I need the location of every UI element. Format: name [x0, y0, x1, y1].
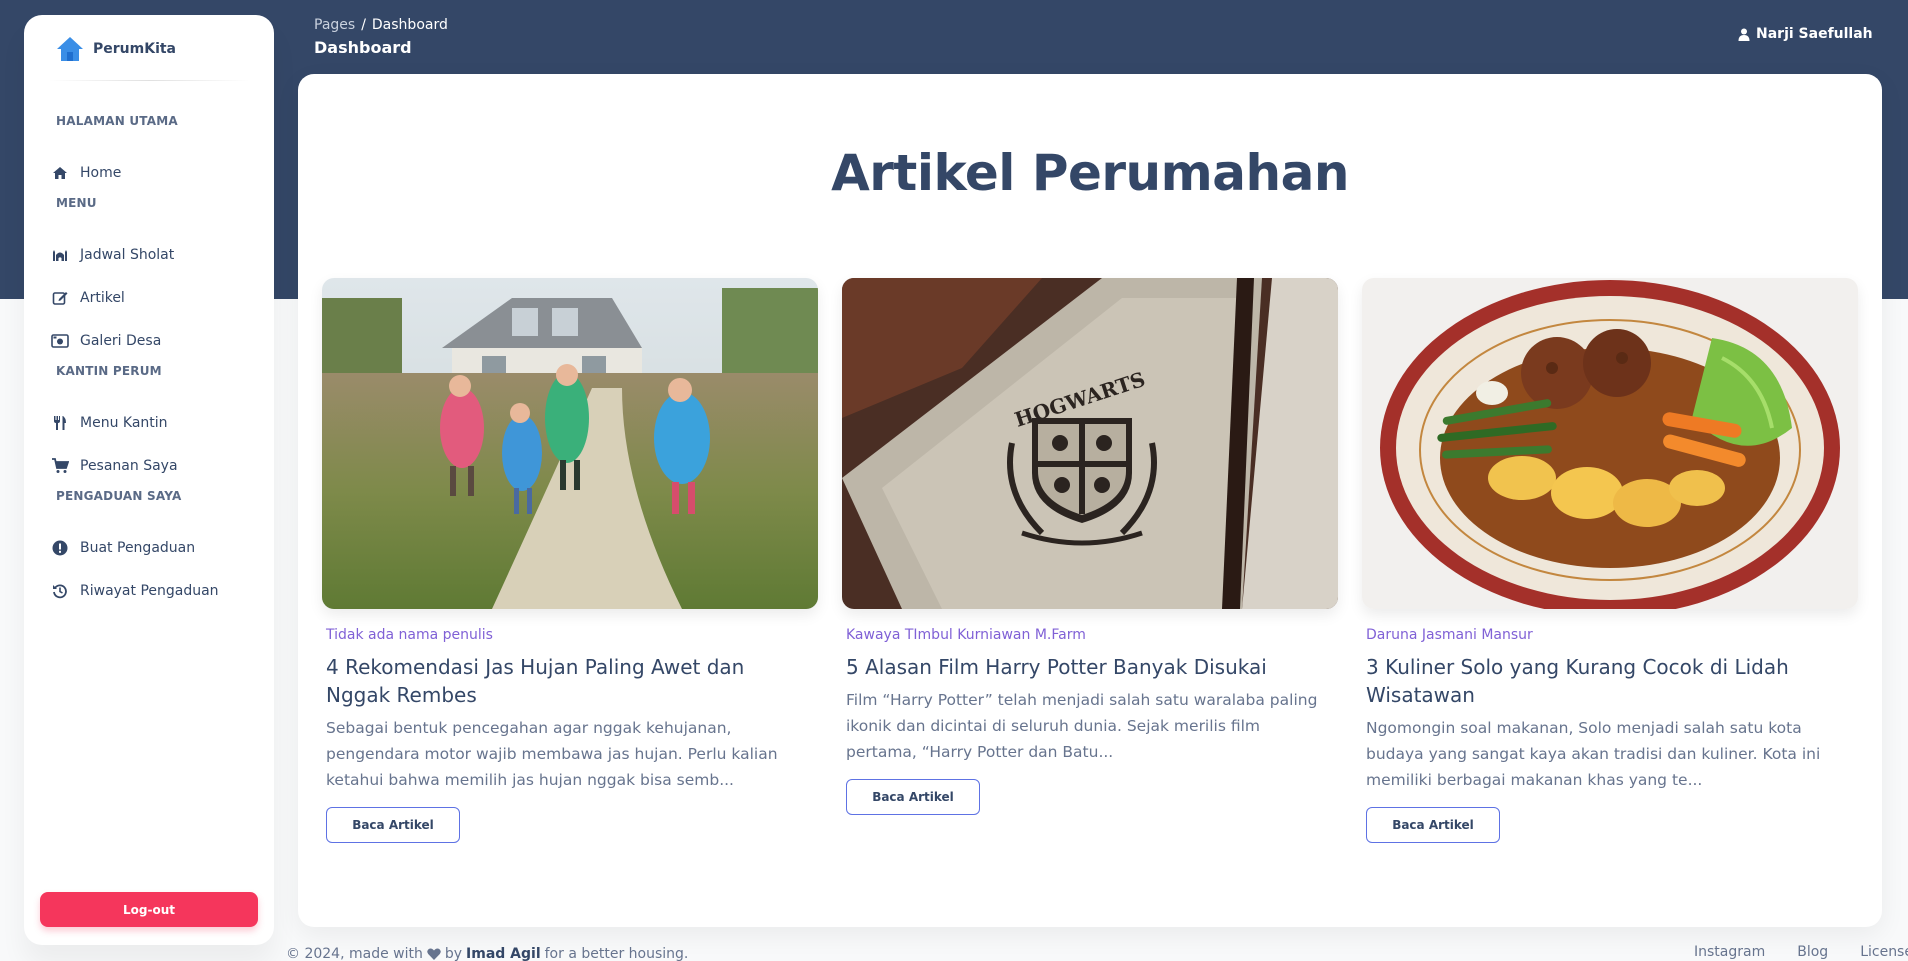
- sidebar-item-jadwal-sholat[interactable]: Jadwal Sholat: [50, 241, 174, 269]
- sidebar-item-label: Galeri Desa: [80, 333, 162, 349]
- camera-icon: [50, 331, 70, 351]
- sidebar-item-label: Artikel: [80, 290, 125, 306]
- breadcrumb: Pages / Dashboard: [314, 17, 448, 33]
- article-author: Tidak ada nama penulis: [326, 627, 493, 643]
- section-title-pengaduan-saya: PENGADUAN SAYA: [56, 489, 182, 503]
- exclamation-icon: [50, 538, 70, 558]
- mosque-icon: [50, 245, 70, 265]
- read-article-button[interactable]: Baca Artikel: [1366, 807, 1500, 843]
- utensils-icon: [50, 413, 70, 433]
- footer-copyright: © 2024, made with by Imad Agil for a bet…: [286, 946, 688, 961]
- brand-logo[interactable]: PerumKita: [55, 35, 176, 63]
- read-article-button[interactable]: Baca Artikel: [326, 807, 460, 843]
- sidebar-item-label: Home: [80, 165, 122, 181]
- divider: [48, 80, 250, 81]
- article-author: Daruna Jasmani Mansur: [1366, 627, 1533, 643]
- article-title[interactable]: 3 Kuliner Solo yang Kurang Cocok di Lida…: [1366, 653, 1846, 709]
- home-icon: [50, 163, 70, 183]
- footer-link-license[interactable]: License: [1860, 944, 1908, 960]
- read-article-button[interactable]: Baca Artikel: [846, 779, 980, 815]
- sidebar-item-label: Menu Kantin: [80, 415, 168, 431]
- article-excerpt: Film “Harry Potter” telah menjadi salah …: [846, 691, 1318, 761]
- footer-author-link[interactable]: Imad Agil: [466, 946, 541, 961]
- house-icon: [57, 37, 83, 61]
- section-title-halaman-utama: HALAMAN UTAMA: [56, 114, 178, 128]
- sidebar: PerumKita HALAMAN UTAMA Home MENU Jadwal…: [24, 15, 274, 945]
- sidebar-item-artikel[interactable]: Artikel: [50, 284, 125, 312]
- footer-suffix: for a better housing.: [544, 946, 689, 961]
- article-author: Kawaya TImbul Kurniawan M.Farm: [846, 627, 1086, 643]
- sidebar-item-label: Buat Pengaduan: [80, 540, 196, 556]
- user-menu[interactable]: Narji Saefullah: [1738, 26, 1873, 42]
- footer-links: Instagram Blog License: [1694, 944, 1908, 960]
- edit-icon: [50, 288, 70, 308]
- article-card: Tidak ada nama penulis 4 Rekomendasi Jas…: [322, 278, 818, 843]
- footer-link-instagram[interactable]: Instagram: [1694, 944, 1765, 960]
- article-card: Daruna Jasmani Mansur 3 Kuliner Solo yan…: [1362, 278, 1858, 843]
- breadcrumb-separator: /: [361, 17, 366, 33]
- article-excerpt: Ngomongin soal makanan, Solo menjadi sal…: [1366, 719, 1821, 789]
- sidebar-item-menu-kantin[interactable]: Menu Kantin: [50, 409, 168, 437]
- sidebar-item-label: Pesanan Saya: [80, 458, 178, 474]
- section-title-menu: MENU: [56, 196, 97, 210]
- article-excerpt: Sebagai bentuk pencegahan agar nggak keh…: [326, 719, 778, 789]
- breadcrumb-parent[interactable]: Pages: [314, 17, 355, 33]
- article-image[interactable]: [1362, 278, 1858, 609]
- main-card: Artikel Perumahan Tidak ada nama penulis…: [298, 74, 1882, 927]
- logout-button[interactable]: Log-out: [40, 892, 258, 927]
- sidebar-item-buat-pengaduan[interactable]: Buat Pengaduan: [50, 534, 195, 562]
- section-title-kantin-perum: KANTIN PERUM: [56, 364, 162, 378]
- heart-icon: [427, 948, 441, 960]
- article-image[interactable]: HOGWARTS: [842, 278, 1338, 609]
- sidebar-item-home[interactable]: Home: [50, 159, 121, 187]
- sidebar-item-galeri-desa[interactable]: Galeri Desa: [50, 327, 161, 355]
- page-heading: Artikel Perumahan: [831, 144, 1349, 202]
- sidebar-item-label: Riwayat Pengaduan: [80, 583, 219, 599]
- article-title[interactable]: 4 Rekomendasi Jas Hujan Paling Awet dan …: [326, 653, 806, 709]
- user-name: Narji Saefullah: [1756, 26, 1873, 42]
- article-card: HOGWARTS Kawaya TImbul Kurniawan M.Farm …: [842, 278, 1338, 815]
- sidebar-item-pesanan-saya[interactable]: Pesanan Saya: [50, 452, 178, 480]
- sidebar-item-label: Jadwal Sholat: [80, 247, 175, 263]
- footer-link-blog[interactable]: Blog: [1797, 944, 1828, 960]
- page-title: Dashboard: [314, 38, 412, 57]
- article-title[interactable]: 5 Alasan Film Harry Potter Banyak Disuka…: [846, 653, 1326, 681]
- history-icon: [50, 581, 70, 601]
- brand-name: PerumKita: [93, 41, 177, 57]
- cart-icon: [50, 456, 70, 476]
- sidebar-item-riwayat-pengaduan[interactable]: Riwayat Pengaduan: [50, 577, 219, 605]
- footer-by: by: [444, 946, 463, 961]
- footer-copyright-text: © 2024, made with: [286, 946, 423, 961]
- breadcrumb-current: Dashboard: [371, 17, 448, 33]
- article-image[interactable]: [322, 278, 818, 609]
- user-icon: [1738, 28, 1750, 41]
